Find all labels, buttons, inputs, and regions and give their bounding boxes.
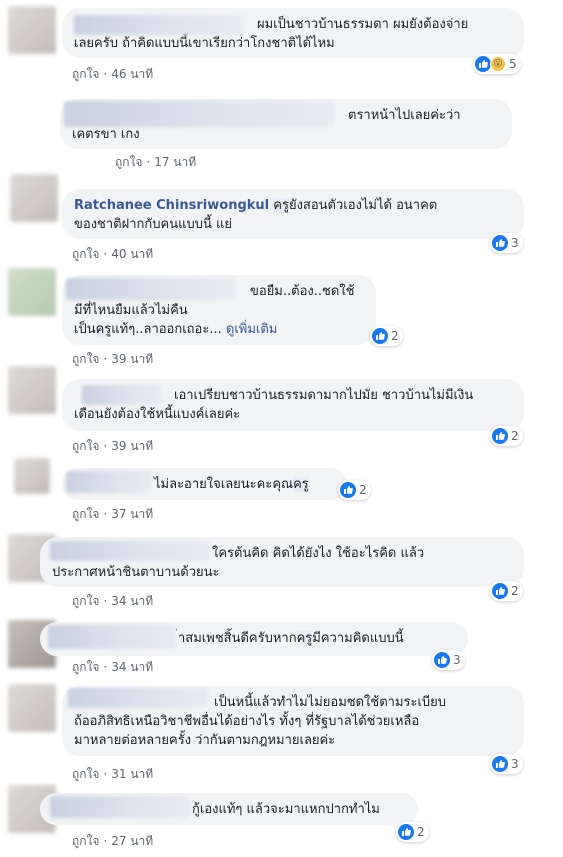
comment-actions: ถูกใจ · 40 นาที [72, 247, 154, 261]
comment-bubble: ผมเป็นชาวบ้านธรรมดา ผมยังต้องจ่าย เลยครั… [62, 8, 524, 58]
comment-actions: ถูกใจ · 34 นาที [72, 594, 154, 608]
reaction-count[interactable]: 3 [490, 754, 523, 774]
comment-bubble: ขอยืม..ต้อง..ชดใช้ มีที่ไหนยืมแล้วไม่คืน… [62, 275, 376, 345]
comment-actions: ถูกใจ · 27 นาที [72, 834, 154, 848]
comment-bubble: เป็นหนี้แล้วทำไมไม่ยอมชดใช้ตามระเบียบ ถ้… [62, 686, 524, 756]
mention-link[interactable]: ครู [95, 322, 112, 337]
reaction-count[interactable]: 😮 5 [473, 54, 521, 74]
comment-bubble: ตราหน้าไปเลยค่ะว่า เคตรขา เกง [60, 99, 512, 149]
like-link[interactable]: ถูกใจ [72, 660, 99, 674]
wow-icon: 😮 [490, 56, 506, 72]
mention-link[interactable]: ครู [273, 198, 289, 213]
comment-text-line: เคตรขา เกง [72, 127, 140, 142]
comment-text-line: ประกาศหน้าชินตาบานด้วยนะ [52, 565, 220, 580]
comment-text-line: มีที่ไหนยืมแล้วไม่คืน [74, 303, 188, 318]
comment-actions: ถูกใจ · 39 นาที [72, 352, 154, 366]
like-link[interactable]: ถูกใจ [72, 352, 99, 366]
blurred-author-name[interactable] [48, 625, 176, 649]
like-link[interactable]: ถูกใจ [72, 247, 99, 261]
blurred-author-name[interactable] [66, 278, 236, 300]
avatar[interactable] [8, 6, 56, 54]
comment-bubble: ่าสมเพชสิ้นดีครับหากครูมีความคิดแบบนี้ [40, 622, 468, 656]
timestamp[interactable]: 34 นาที [111, 660, 153, 674]
like-link[interactable]: ถูกใจ [115, 155, 142, 169]
like-icon [492, 428, 508, 444]
blurred-author-name[interactable] [64, 101, 334, 127]
like-icon [372, 328, 388, 344]
blurred-author-name[interactable] [82, 385, 162, 405]
reaction-count[interactable]: 2 [490, 426, 523, 446]
avatar[interactable] [14, 458, 50, 494]
timestamp[interactable]: 27 นาที [111, 834, 153, 848]
timestamp[interactable]: 17 นาที [154, 155, 196, 169]
reaction-count[interactable]: 2 [370, 326, 403, 346]
comment-text-line: Ratchanee Chinsriwongkul ครูยังสอนตัวเอง… [74, 198, 438, 213]
avatar[interactable] [8, 684, 56, 732]
like-icon [434, 652, 450, 668]
comment-text-line: ของชาติฝากกับคนแบบนี้ แย่ [74, 217, 232, 232]
comment-text-line: ถ้ออภิสิทธิเหนือวิชาชีพอื่นได้อย่างไร ทั… [74, 714, 420, 729]
comment-text-line: เลยครับ ถ้าคิดแบบนี้เขาเรียกว่าโกงชาติได… [74, 36, 335, 51]
comment-bubble: ใครต้นคิด คิดได้ยังไง ใช้อะไรคิด แล้ว ปร… [40, 537, 524, 587]
comment-bubble: เอาเปรียบชาวบ้านธรรมดามากไปมัย ชาวบ้านไม… [62, 379, 524, 431]
mention-link[interactable]: ครู [293, 477, 309, 492]
like-link[interactable]: ถูกใจ [72, 767, 99, 781]
like-link[interactable]: ถูกใจ [72, 439, 99, 453]
avatar[interactable] [8, 268, 56, 316]
comment-text-line: มาหลายต่อหลายครั้ง ว่ากันตามกฎหมายเลยค่ะ [74, 733, 336, 748]
comment-actions: ถูกใจ · 37 นาที [72, 507, 154, 521]
like-icon [492, 583, 508, 599]
like-icon [492, 756, 508, 772]
like-link[interactable]: ถูกใจ [72, 67, 99, 81]
like-icon [475, 56, 491, 72]
reaction-count[interactable]: 2 [490, 581, 523, 601]
timestamp[interactable]: 31 นาที [111, 767, 153, 781]
comment-text-line: เดือนยังต้องใช้หนี้แบงค์เลยค่ะ [74, 407, 241, 422]
comment-actions: ถูกใจ · 46 นาที [72, 67, 154, 81]
comment-actions: ถูกใจ · 17 นาที [115, 155, 197, 169]
blurred-author-name[interactable] [74, 15, 244, 35]
timestamp[interactable]: 39 นาที [111, 352, 153, 366]
like-link[interactable]: ถูกใจ [72, 594, 99, 608]
timestamp[interactable]: 34 นาที [111, 594, 153, 608]
reaction-count[interactable]: 2 [338, 480, 371, 500]
like-link[interactable]: ถูกใจ [72, 834, 99, 848]
like-icon [398, 824, 414, 840]
blurred-author-name[interactable] [50, 796, 190, 818]
timestamp[interactable]: 37 นาที [111, 507, 153, 521]
like-link[interactable]: ถูกใจ [72, 507, 99, 521]
author-name[interactable]: Ratchanee Chinsriwongkul [74, 198, 269, 213]
see-more-link[interactable]: ดูเพิ่มเติม [226, 322, 277, 337]
timestamp[interactable]: 46 นาที [111, 67, 153, 81]
reaction-count[interactable]: 2 [396, 822, 429, 842]
comment-bubble: Ratchanee Chinsriwongkul ครูยังสอนตัวเอง… [62, 189, 524, 239]
blurred-author-name[interactable] [66, 471, 152, 493]
comment-actions: ถูกใจ · 39 นาที [72, 439, 154, 453]
comment-bubble: กู้เองแท้ๆ แล้วจะมาแหกปากทำไม [40, 793, 418, 825]
comment-actions: ถูกใจ · 34 นาที [72, 660, 154, 674]
comment-actions: ถูกใจ · 31 นาที [72, 767, 154, 781]
blurred-author-name[interactable] [50, 541, 210, 561]
timestamp[interactable]: 40 นาที [111, 247, 153, 261]
comment-text-line: เป็นครูแท้ๆ..ลาออกเถอะ... ดูเพิ่มเติม [74, 322, 278, 337]
blurred-author-name[interactable] [68, 688, 208, 708]
reaction-count[interactable]: 3 [490, 233, 523, 253]
timestamp[interactable]: 39 นาที [111, 439, 153, 453]
like-icon [340, 482, 356, 498]
comment-bubble: ไม่ละอายใจเลยนะคะคุณครู [62, 468, 347, 500]
avatar[interactable] [8, 366, 56, 414]
like-icon [492, 235, 508, 251]
reaction-count[interactable]: 3 [432, 650, 465, 670]
mention-link[interactable]: ครู [296, 631, 313, 646]
avatar[interactable] [10, 174, 58, 222]
